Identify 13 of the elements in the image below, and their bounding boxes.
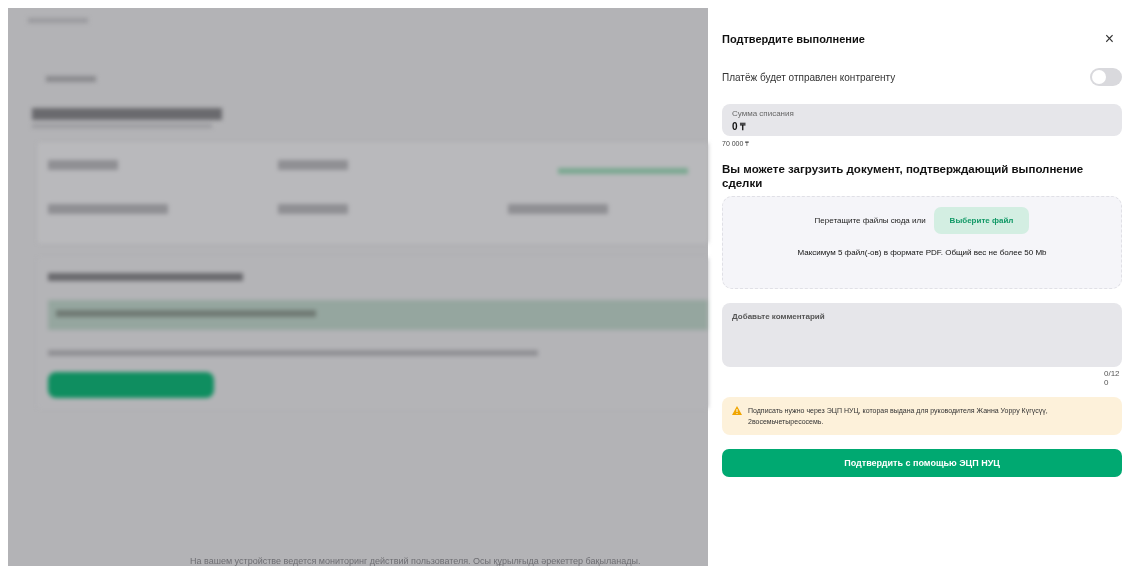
amount-field[interactable]: Сумма списания 0 ₸: [722, 104, 1122, 136]
toggle-label: Платёж будет отправлен контрагенту: [722, 71, 896, 83]
payment-toggle[interactable]: [1090, 68, 1122, 86]
dropzone-text: Перетащите файлы сюда или: [814, 216, 926, 225]
monitoring-notice: На вашем устройстве ведется мониторинг действий пользователя. Осы құрылғыда әрекеттер бақыланады.: [190, 556, 641, 566]
file-dropzone[interactable]: Перетащите файлы сюда или Выберите файл Максимум 5 файл(-ов) в формате PDF. Общий вес не более 50 Mb: [722, 196, 1122, 289]
character-counter: 0/120: [1104, 369, 1121, 387]
file-limits-text: Максимум 5 файл(-ов) в формате PDF. Общий вес не более 50 Mb: [797, 248, 1047, 257]
upload-heading: Вы можете загрузить документ, подтверждающий выполнение сделки: [722, 162, 1085, 190]
warning-icon: [732, 406, 742, 415]
drawer-title: Подтвердите выполнение: [722, 33, 865, 45]
comment-field[interactable]: Добавьте комментарий: [722, 303, 1122, 367]
close-button[interactable]: ×: [1100, 30, 1118, 48]
